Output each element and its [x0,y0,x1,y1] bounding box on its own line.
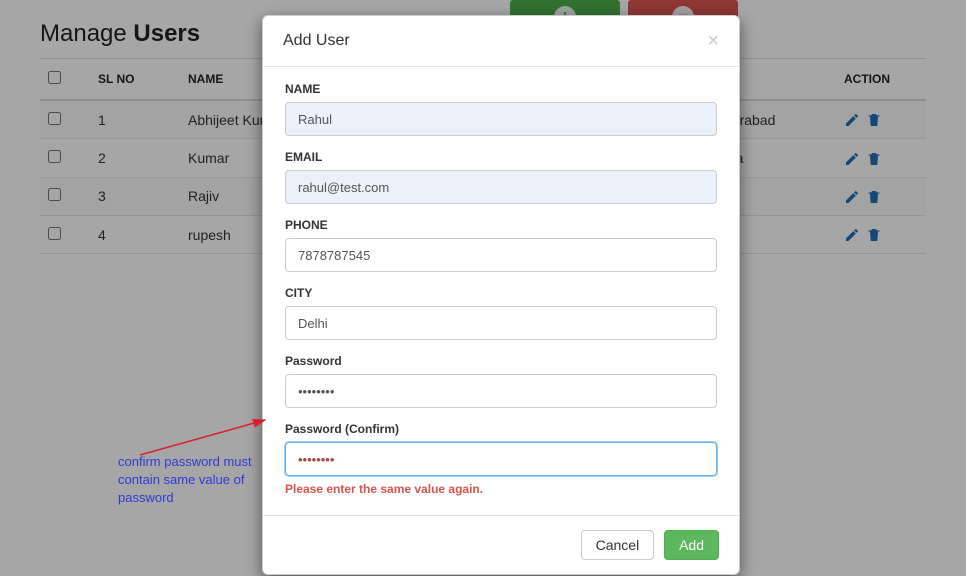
confirm-password-error: Please enter the same value again. [285,482,717,496]
name-label: NAME [285,82,717,96]
password-input[interactable] [285,374,717,408]
modal-footer: Cancel Add [263,515,739,574]
name-input[interactable] [285,102,717,136]
email-label: EMAIL [285,150,717,164]
confirm-password-input[interactable] [285,442,717,476]
modal-body: NAME EMAIL PHONE CITY Password Password … [263,67,739,515]
cancel-button[interactable]: Cancel [581,530,655,560]
email-input[interactable] [285,170,717,204]
annotation-text: confirm password must contain same value… [118,453,258,508]
modal-title: Add User [283,32,350,50]
confirm-password-label: Password (Confirm) [285,422,717,436]
phone-label: PHONE [285,218,717,232]
add-button[interactable]: Add [664,530,719,560]
phone-input[interactable] [285,238,717,272]
modal-header: Add User × [263,16,739,67]
password-label: Password [285,354,717,368]
city-label: CITY [285,286,717,300]
city-input[interactable] [285,306,717,340]
close-icon[interactable]: × [707,31,719,51]
add-user-modal: Add User × NAME EMAIL PHONE CITY Passwor… [262,15,740,575]
